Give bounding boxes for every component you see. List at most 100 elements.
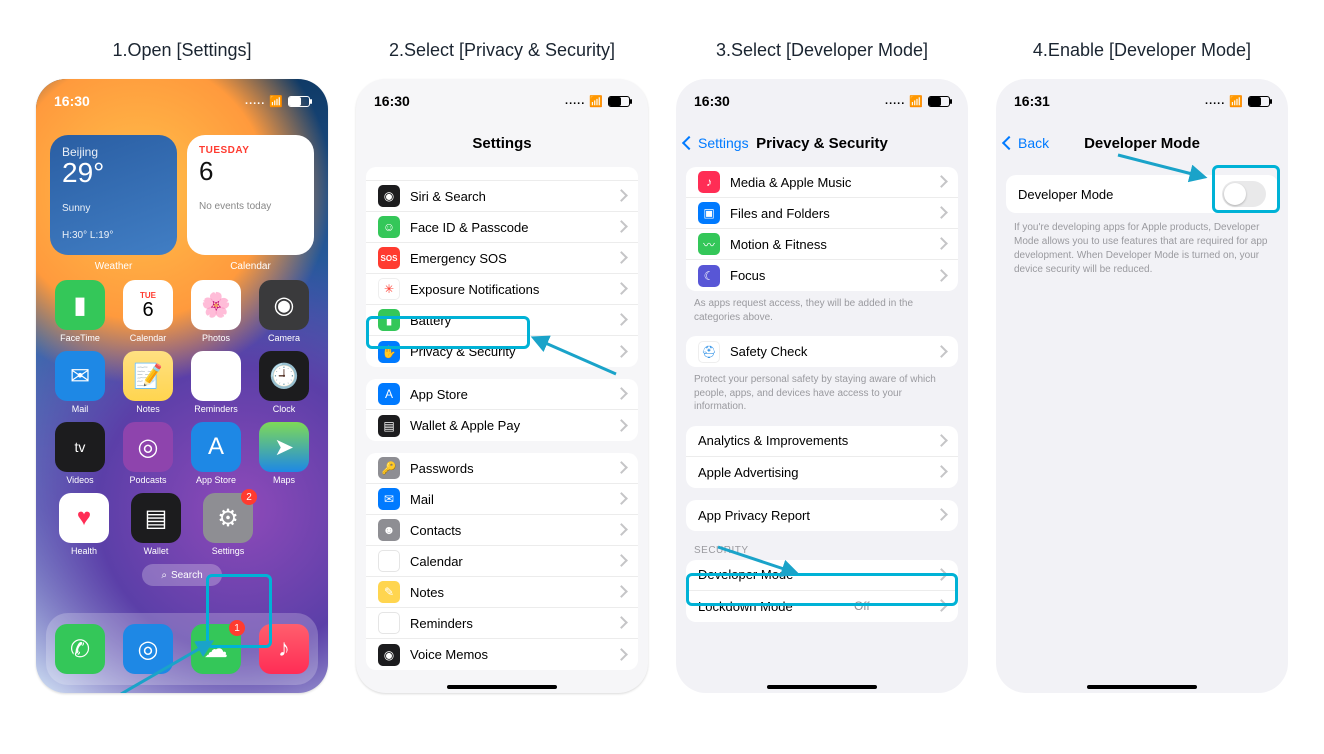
app-camera[interactable]: ◉Camera xyxy=(254,280,314,343)
chevron-right-icon xyxy=(617,583,626,601)
row-siri[interactable]: ◉Siri & Search xyxy=(366,181,638,212)
app-reminders[interactable]: ☑Reminders xyxy=(186,351,246,414)
row-calendar[interactable]: ▦Calendar xyxy=(366,546,638,577)
app-maps[interactable]: ➤Maps xyxy=(254,422,314,485)
home-indicator xyxy=(767,685,877,689)
row-safety[interactable]: ⛑Safety Check xyxy=(686,336,958,367)
tv-icon: tv xyxy=(55,422,105,472)
row-ads[interactable]: Apple Advertising xyxy=(686,457,958,488)
dock-safari[interactable]: ◎ xyxy=(123,624,173,674)
wifi-icon xyxy=(909,95,924,108)
battery-icon xyxy=(928,96,950,107)
step-2: 2.Select [Privacy & Security] 16:30 ....… xyxy=(356,40,648,693)
app-appstore[interactable]: AApp Store xyxy=(186,422,246,485)
calendar-icon: TUE6 xyxy=(123,280,173,330)
row-motion[interactable]: 〰Motion & Fitness xyxy=(686,229,958,260)
devmode-toggle[interactable] xyxy=(1222,181,1266,207)
row-privacy[interactable]: ✋Privacy & Security xyxy=(366,336,638,367)
battery-icon xyxy=(288,96,310,107)
app-facetime[interactable]: ▮FaceTime xyxy=(50,280,110,343)
devmode-description: If you're developing apps for Apple prod… xyxy=(996,213,1288,277)
back-button[interactable]: Back xyxy=(1004,123,1049,163)
row-contacts[interactable]: ☻Contacts xyxy=(366,515,638,546)
cellular-dots: ..... xyxy=(565,95,585,107)
phone-2: 16:30 ..... Settings ◉Siri & Search ☺Fac… xyxy=(356,79,648,693)
row-appreport[interactable]: App Privacy Report xyxy=(686,500,958,531)
row-passwords[interactable]: 🔑Passwords xyxy=(366,453,638,484)
row-blank[interactable] xyxy=(366,167,638,181)
dock-music[interactable]: ♪ xyxy=(259,624,309,674)
row-focus[interactable]: ☾Focus xyxy=(686,260,958,291)
row-sos[interactable]: SOSEmergency SOS xyxy=(366,243,638,274)
dock: ✆ ◎ ☁1 ♪ xyxy=(46,613,318,685)
status-time: 16:31 xyxy=(1014,93,1205,109)
app-wallet[interactable]: ▤Wallet xyxy=(126,493,186,556)
facetime-icon: ▮ xyxy=(55,280,105,330)
nav-bar: Back Developer Mode xyxy=(996,123,1288,163)
chevron-right-icon xyxy=(617,459,626,477)
notes-icon: 📝 xyxy=(123,351,173,401)
row-wallet[interactable]: ▤Wallet & Apple Pay xyxy=(366,410,638,441)
row-devmode[interactable]: Developer Mode xyxy=(686,560,958,591)
chevron-right-icon xyxy=(617,521,626,539)
privacy-group-4: App Privacy Report xyxy=(686,500,958,531)
row-faceid[interactable]: ☺Face ID & Passcode xyxy=(366,212,638,243)
home-search[interactable]: ⌕ Search xyxy=(142,564,222,586)
settings-list: ◉Siri & Search ☺Face ID & Passcode SOSEm… xyxy=(356,167,648,670)
weather-city: Beijing xyxy=(62,145,165,159)
row-reminders[interactable]: ☑Reminders xyxy=(366,608,638,639)
wallet-icon: ▤ xyxy=(131,493,181,543)
focus-icon: ☾ xyxy=(698,265,720,287)
app-settings[interactable]: ⚙2Settings xyxy=(198,493,258,556)
lockdown-detail: Off xyxy=(854,599,870,613)
cal-none: No events today xyxy=(199,201,302,212)
status-bar: 16:30 ..... xyxy=(356,79,648,123)
chevron-right-icon xyxy=(617,646,626,664)
voicememos-icon: ◉ xyxy=(378,644,400,666)
row-notes[interactable]: ✎Notes xyxy=(366,577,638,608)
app-row: ✉Mail 📝Notes ☑Reminders 🕘Clock xyxy=(46,351,318,414)
cellular-dots: ..... xyxy=(885,95,905,107)
app-health[interactable]: ♥Health xyxy=(54,493,114,556)
app-podcasts[interactable]: ◎Podcasts xyxy=(118,422,178,485)
row-appstore[interactable]: AApp Store xyxy=(366,379,638,410)
settings-badge: 2 xyxy=(241,489,257,505)
calendar-widget[interactable]: TUESDAY 6 No events today xyxy=(187,135,314,255)
back-button[interactable]: Settings xyxy=(684,123,749,163)
row-lockdown[interactable]: Lockdown ModeOff xyxy=(686,591,958,622)
privacy-hint-2: Protect your personal safety by staying … xyxy=(676,367,968,414)
app-notes[interactable]: 📝Notes xyxy=(118,351,178,414)
dock-messages[interactable]: ☁1 xyxy=(191,624,241,674)
chevron-right-icon xyxy=(937,463,946,481)
status-bar: 16:30 ..... xyxy=(36,79,328,123)
chevron-right-icon xyxy=(617,280,626,298)
app-calendar[interactable]: TUE6Calendar xyxy=(118,280,178,343)
contacts-icon: ☻ xyxy=(378,519,400,541)
row-devmode-toggle[interactable]: Developer Mode xyxy=(1006,175,1278,213)
app-row: ▮FaceTime TUE6Calendar 🌸Photos ◉Camera xyxy=(46,280,318,343)
chevron-right-icon xyxy=(617,417,626,435)
step-4-title: 4.Enable [Developer Mode] xyxy=(1033,40,1251,61)
chevron-right-icon xyxy=(617,311,626,329)
calendar-icon: ▦ xyxy=(378,550,400,572)
row-analytics[interactable]: Analytics & Improvements xyxy=(686,426,958,457)
chevron-right-icon xyxy=(937,173,946,191)
security-label: SECURITY xyxy=(676,531,968,560)
row-battery[interactable]: ▮Battery xyxy=(366,305,638,336)
weather-widget[interactable]: Beijing 29° Sunny H:30° L:19° xyxy=(50,135,177,255)
weather-hilo: H:30° L:19° xyxy=(62,230,165,241)
step-4: 4.Enable [Developer Mode] 16:31 ..... Ba… xyxy=(996,40,1288,693)
app-mail[interactable]: ✉Mail xyxy=(50,351,110,414)
home-indicator xyxy=(447,685,557,689)
chevron-right-icon xyxy=(617,249,626,267)
dock-phone[interactable]: ✆ xyxy=(55,624,105,674)
row-exposure[interactable]: ✳Exposure Notifications xyxy=(366,274,638,305)
row-mail[interactable]: ✉Mail xyxy=(366,484,638,515)
step-1-title: 1.Open [Settings] xyxy=(112,40,251,61)
app-videos[interactable]: tvVideos xyxy=(50,422,110,485)
row-voicememos[interactable]: ◉Voice Memos xyxy=(366,639,638,670)
row-media[interactable]: ♪Media & Apple Music xyxy=(686,167,958,198)
app-photos[interactable]: 🌸Photos xyxy=(186,280,246,343)
row-files[interactable]: ▣Files and Folders xyxy=(686,198,958,229)
app-clock[interactable]: 🕘Clock xyxy=(254,351,314,414)
